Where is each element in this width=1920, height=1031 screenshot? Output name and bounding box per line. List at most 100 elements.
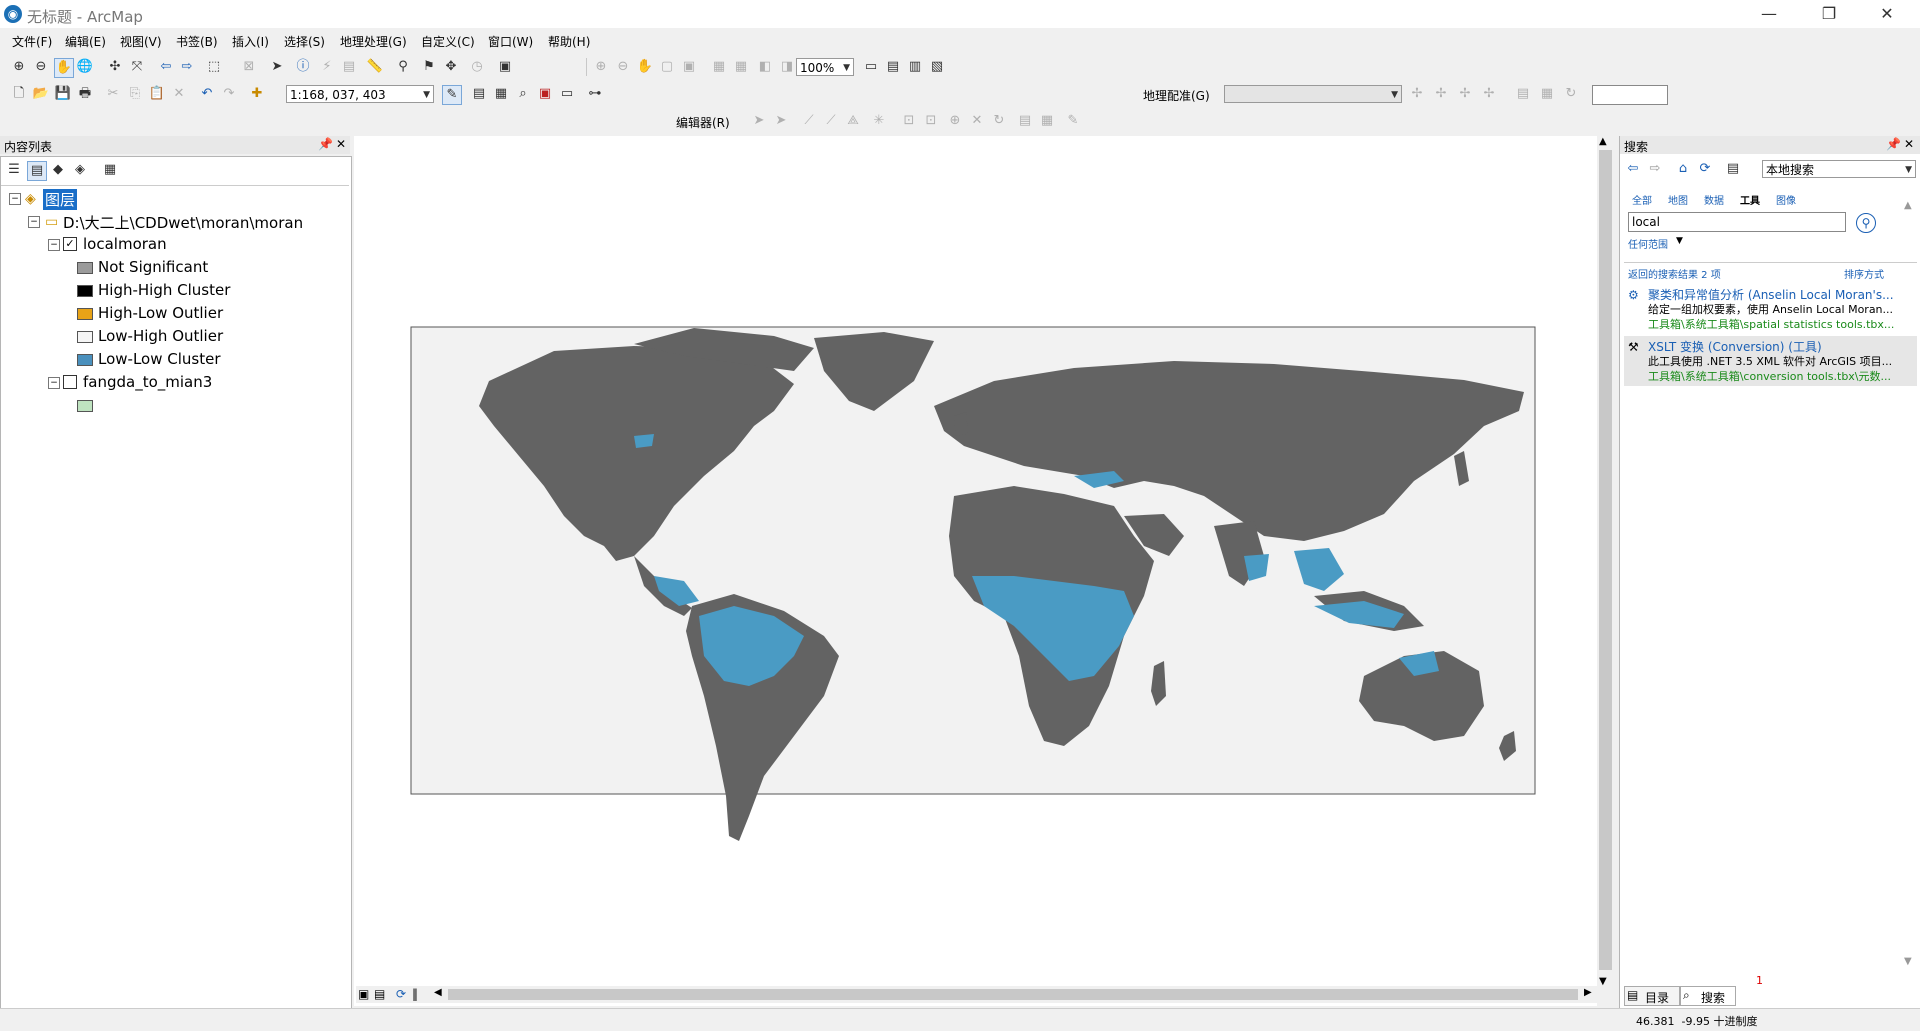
home-icon[interactable]: ⌂ [1674,160,1692,178]
sketch-properties-icon[interactable]: ▦ [1038,112,1056,130]
pin-icon[interactable]: 📌 [318,137,333,151]
point-icon[interactable]: ✳ [870,112,888,130]
layout-view-icon[interactable]: ▤ [374,987,385,1001]
zoom-100-icon[interactable]: ▣ [680,58,698,76]
scroll-thumb[interactable] [1599,150,1612,970]
menu-file[interactable]: 文件(F) [12,33,52,50]
reset-icon[interactable]: ↻ [1562,85,1580,103]
list-by-selection-icon[interactable]: ◈ [71,161,89,179]
layout-fixed-zoom-in-icon[interactable]: ▦ [710,58,728,76]
options-icon[interactable]: ▦ [101,161,119,179]
pin-icon[interactable]: 📌 [1886,137,1901,151]
zoom-percent-dropdown[interactable]: 100% ▼ [796,58,854,76]
list-by-drawing-order-icon[interactable]: ☰ [5,161,23,179]
refresh-icon[interactable]: ⟳ [1696,160,1714,178]
minimize-button[interactable]: — [1746,0,1792,28]
close-icon[interactable]: ✕ [336,137,346,151]
back-icon[interactable]: ⇦ [1624,160,1642,178]
map-scale-dropdown[interactable]: 1:168, 037, 403 ▼ [286,85,434,103]
focus-frame-icon[interactable]: ▤ [884,58,902,76]
clear-selection-icon[interactable]: ⊠ [240,58,258,76]
menu-selection[interactable]: 选择(S) [284,33,325,50]
refresh-icon[interactable]: ⟳ [396,987,406,1001]
layers-root[interactable]: 图层 [43,189,78,210]
time-slider-icon[interactable]: ◷ [468,58,486,76]
end-point-arc-icon[interactable]: ⟋ [822,112,840,130]
rotate-edit-icon[interactable]: ↻ [990,112,1008,130]
find-icon[interactable]: ⚲ [394,58,412,76]
scroll-down-icon[interactable]: ▼ [1904,956,1912,967]
georef-input[interactable] [1592,85,1668,105]
table-of-contents-icon[interactable]: ▤ [470,85,488,103]
menu-edit[interactable]: 编辑(E) [65,33,106,50]
zoom-in-icon[interactable]: ⊕ [10,58,28,76]
filter-images[interactable]: 图像 [1776,192,1796,207]
change-layout-icon[interactable]: ▥ [906,58,924,76]
search-input[interactable] [1628,212,1846,232]
collapse-icon[interactable]: − [9,193,21,205]
delete-icon[interactable]: ✕ [170,85,188,103]
tab-search[interactable]: ⌕ 搜索 [1680,986,1736,1006]
undo-icon[interactable]: ↶ [198,85,216,103]
scale-icon[interactable]: ✢ [1480,85,1498,103]
vertical-scrollbar[interactable]: ▲ ▼ [1597,136,1614,992]
search-scope-dropdown[interactable]: 本地搜索 ▼ [1762,160,1916,178]
close-button[interactable]: ✕ [1864,0,1910,28]
add-control-points-icon[interactable]: ✢ [1408,85,1426,103]
collapse-icon[interactable]: − [28,216,40,228]
edit-annotation-icon[interactable]: ➤ [772,112,790,130]
tab-catalog[interactable]: ▤ 目录 [1624,986,1680,1006]
paste-icon[interactable]: 📋 [148,85,166,103]
close-icon[interactable]: ✕ [1904,137,1914,151]
create-viewer-icon[interactable]: ▣ [496,58,514,76]
layer-visibility-checkbox[interactable]: ✓ [63,237,77,251]
georeferencing-menu[interactable]: 地理配准(G) [1143,87,1210,104]
select-features-icon[interactable]: ⬚ [205,58,223,76]
scroll-right-icon[interactable]: ▶ [1584,987,1592,998]
html-popup-icon[interactable]: ▤ [340,58,358,76]
layout-zoom-in-icon[interactable]: ⊕ [592,58,610,76]
list-by-visibility-icon[interactable]: ◆ [49,161,67,179]
scroll-up-icon[interactable]: ▲ [1599,136,1607,147]
menu-customize[interactable]: 自定义(C) [421,33,475,50]
menu-windows[interactable]: 窗口(W) [488,33,533,50]
layer-fangda[interactable]: fangda_to_mian3 [83,373,212,391]
python-icon[interactable]: ▭ [558,85,576,103]
horizontal-scrollbar[interactable]: ◀ ▶ [432,986,1597,1003]
edit-vertices-icon[interactable]: ⊡ [900,112,918,130]
open-icon[interactable]: 📂 [32,85,50,103]
scroll-down-icon[interactable]: ▼ [1599,976,1607,987]
filter-maps[interactable]: 地图 [1668,192,1688,207]
cut-icon[interactable]: ✂ [104,85,122,103]
filter-data[interactable]: 数据 [1704,192,1724,207]
link-table-icon[interactable]: ▦ [1538,85,1556,103]
forward-icon[interactable]: ⇨ [1646,160,1664,178]
toggle-draft-icon[interactable]: ▭ [862,58,880,76]
data-view-icon[interactable]: ▣ [358,987,369,1001]
menu-insert[interactable]: 插入(I) [232,33,269,50]
add-data-icon[interactable]: ✚ [248,85,266,103]
full-extent-icon[interactable]: 🌐 [76,58,94,76]
results-count[interactable]: 返回的搜索结果 2 项 [1628,266,1721,281]
select-elements-icon[interactable]: ➤ [268,58,286,76]
collapse-icon[interactable]: − [48,377,60,389]
copy-icon[interactable]: ⎘ [126,85,144,103]
filter-all[interactable]: 全部 [1632,192,1652,207]
shift-icon[interactable]: ✢ [1456,85,1474,103]
find-route-icon[interactable]: ⚑ [420,58,438,76]
layer-visibility-checkbox[interactable] [63,375,77,389]
search-icon[interactable]: ⚲ [1856,213,1876,233]
split-icon[interactable]: ✕ [968,112,986,130]
data-driven-pages-icon[interactable]: ▧ [928,58,946,76]
arctoolbox-icon[interactable]: ▣ [536,85,554,103]
menu-help[interactable]: 帮助(H) [548,33,590,50]
layout-zoom-out-icon[interactable]: ⊖ [614,58,632,76]
options-icon[interactable]: ▤ [1724,160,1742,178]
model-builder-icon[interactable]: ⊶ [586,85,604,103]
search-window-icon[interactable]: ⌕ [514,85,532,103]
pause-icon[interactable]: ‖ [412,987,418,1001]
layout-fixed-zoom-out-icon[interactable]: ▦ [732,58,750,76]
zoom-out-icon[interactable]: ⊖ [32,58,50,76]
map-view[interactable] [354,136,1597,1006]
editor-menu[interactable]: 编辑器(R) [676,114,730,131]
